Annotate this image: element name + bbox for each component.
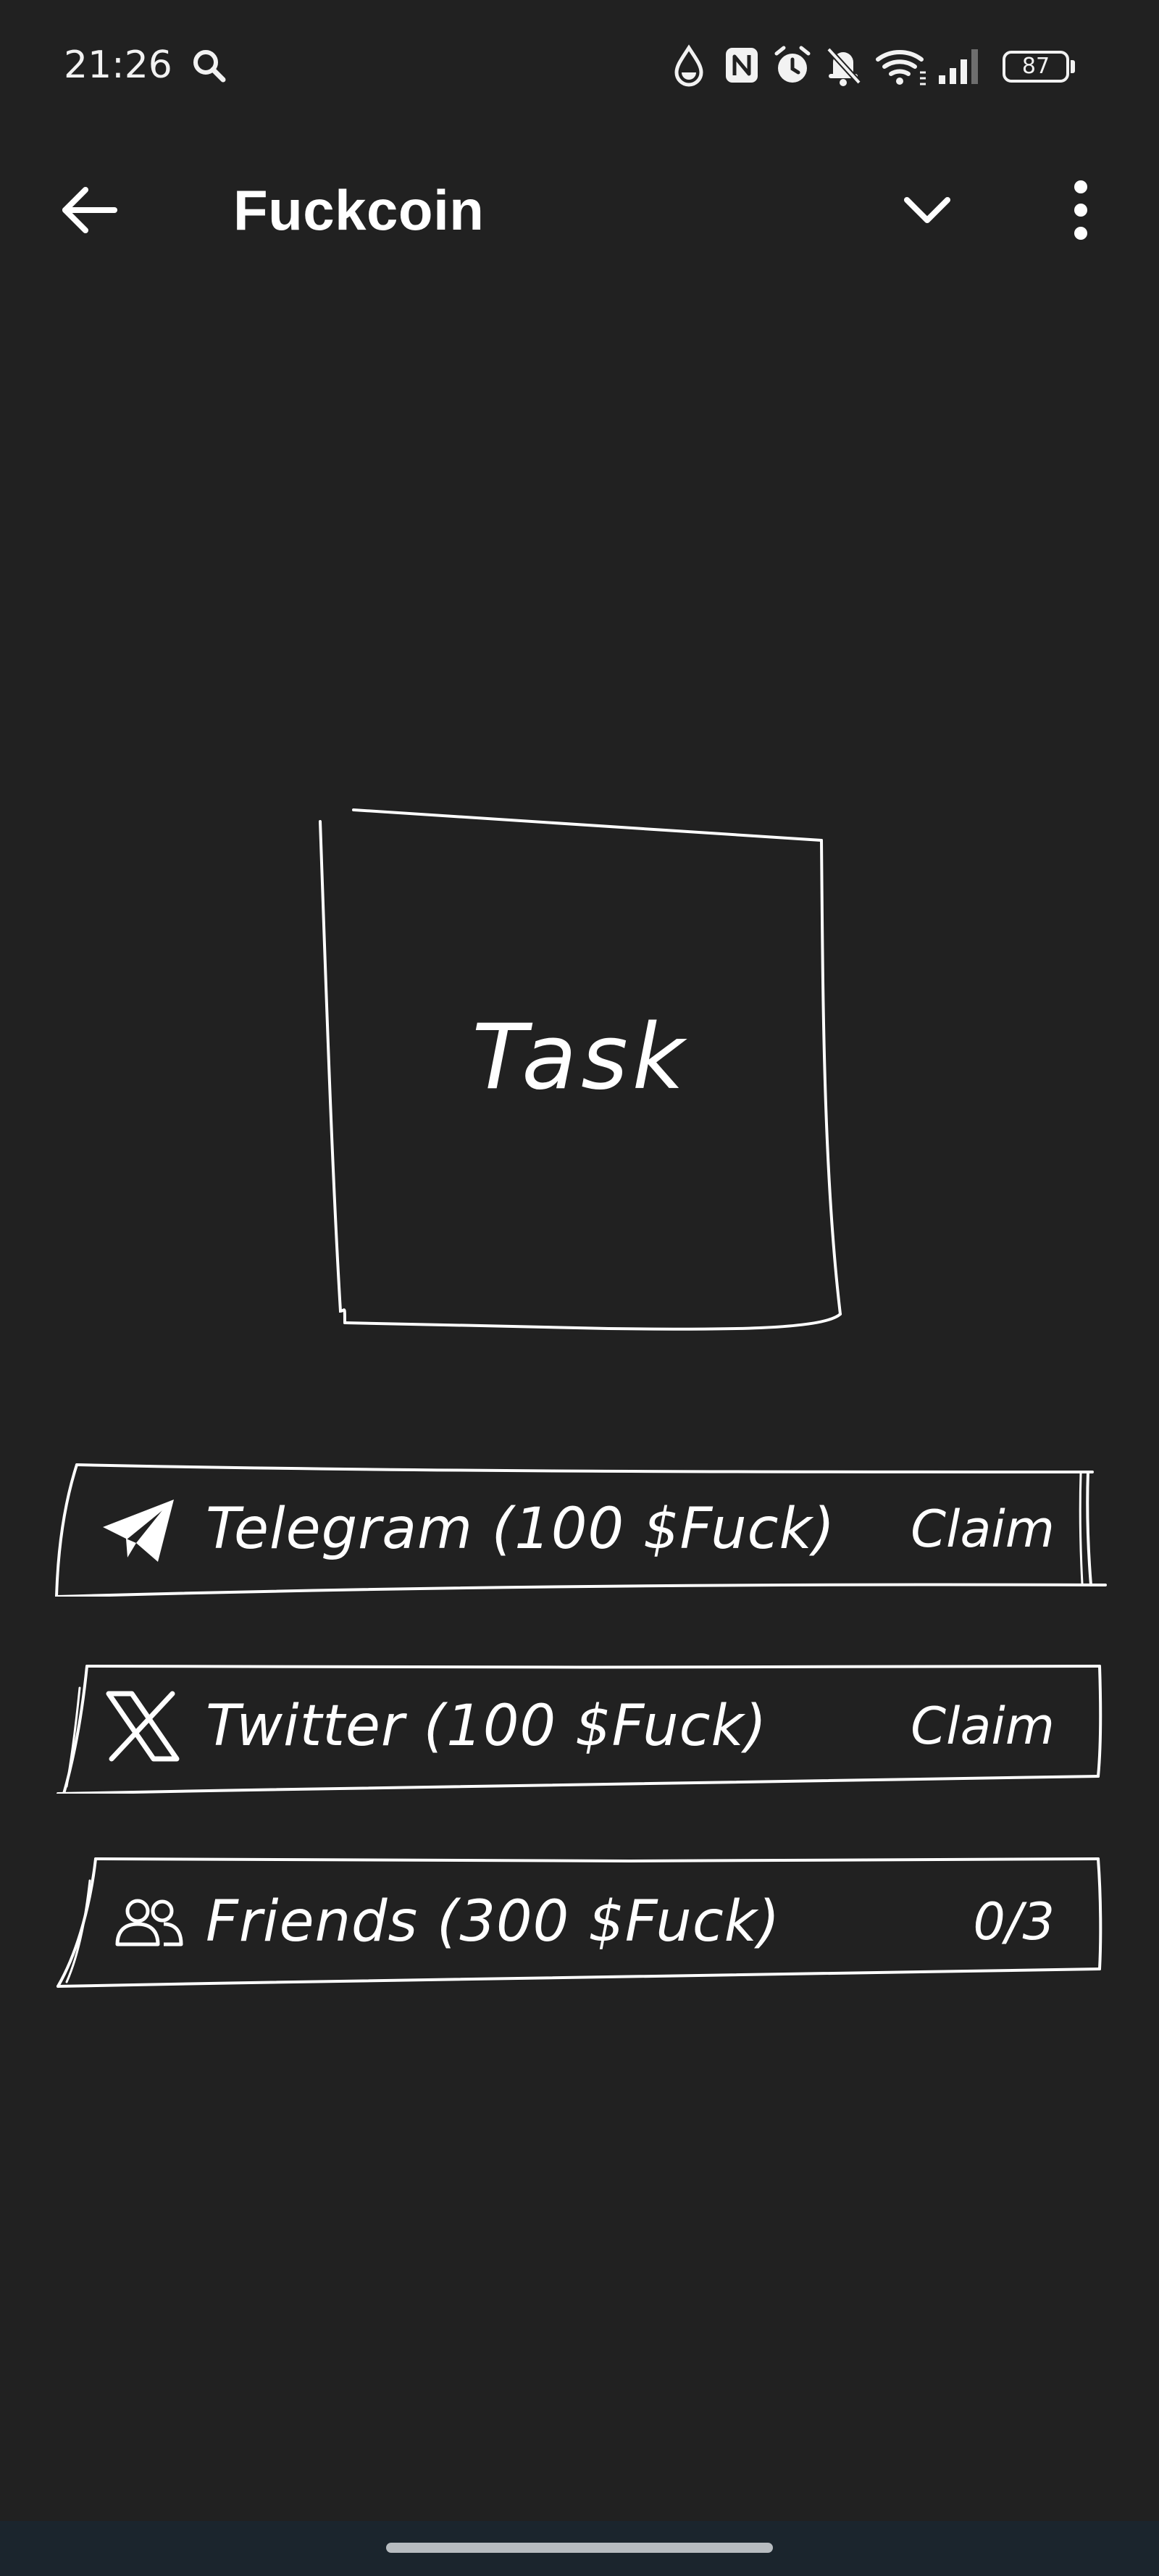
search-icon (193, 50, 226, 83)
task-box-label: Task (472, 1005, 689, 1110)
status-time: 21:26 (64, 43, 172, 87)
app-bar: Fuckcoin (0, 138, 1159, 283)
water-drop-icon (674, 44, 703, 87)
battery-level: 87 (1021, 54, 1050, 79)
arrow-left-icon[interactable] (52, 174, 125, 246)
friends-progress: 0/3 (973, 1892, 1055, 1952)
bell-off-icon (827, 47, 861, 86)
telegram-icon (103, 1500, 174, 1562)
claim-button[interactable]: Claim (866, 1462, 1055, 1597)
more-vertical-icon[interactable] (1045, 174, 1117, 246)
alarm-icon (774, 46, 811, 83)
task-label: Friends (300 $Fuck) (206, 1889, 781, 1954)
nfc-icon (726, 48, 758, 83)
x-twitter-icon (106, 1691, 180, 1762)
chevron-down-icon[interactable] (891, 174, 963, 246)
task-label: Telegram (100 $Fuck) (206, 1497, 836, 1562)
task-row-telegram[interactable]: Telegram (100 $Fuck) Claim (51, 1462, 1108, 1597)
claim-button[interactable]: Claim (866, 1659, 1055, 1794)
status-bar: 21:26 87 (0, 0, 1159, 134)
task-label: Twitter (100 $Fuck) (206, 1694, 768, 1759)
page-title: Fuckcoin (233, 178, 485, 242)
task-row-twitter[interactable]: Twitter (100 $Fuck) Claim (51, 1659, 1108, 1794)
signal-icon (939, 49, 978, 84)
task-row-friends[interactable]: Friends (300 $Fuck) 0/3 (51, 1854, 1108, 1989)
home-indicator[interactable] (386, 2543, 773, 2553)
wifi-icon (876, 50, 926, 85)
battery-tip (1071, 60, 1075, 73)
friends-icon (115, 1899, 183, 1946)
